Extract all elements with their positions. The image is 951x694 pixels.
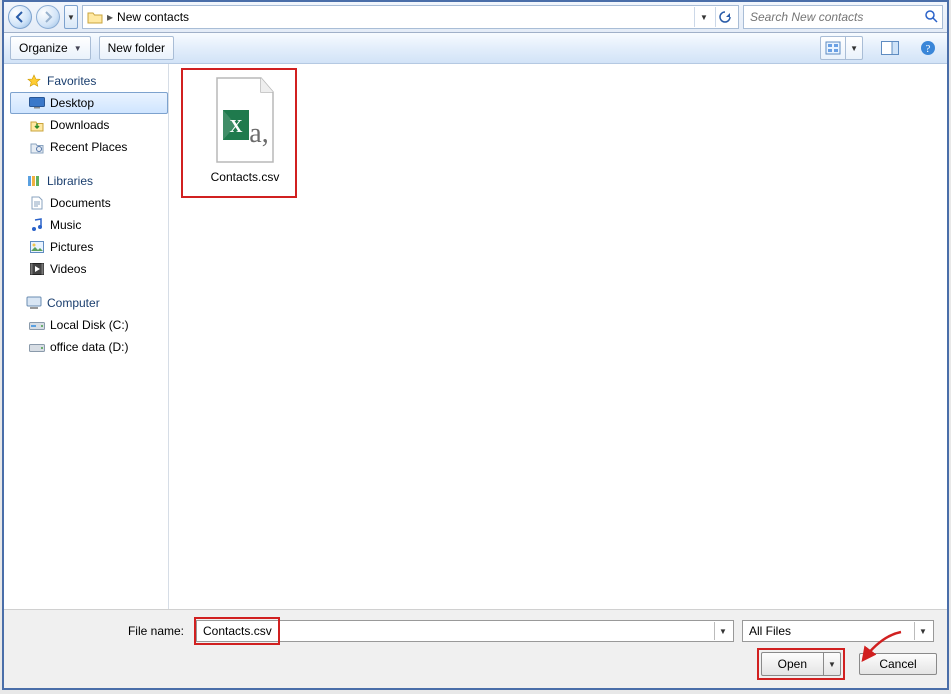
nav-item-label: Documents: [50, 196, 111, 210]
open-button-dropdown[interactable]: ▼: [823, 653, 840, 675]
organize-button[interactable]: Organize ▼: [10, 36, 91, 60]
nav-item-label: Recent Places: [50, 140, 127, 154]
nav-item-label: Pictures: [50, 240, 93, 254]
search-icon: [924, 9, 938, 26]
nav-item-label: Local Disk (C:): [50, 318, 129, 332]
nav-item-documents[interactable]: Documents: [10, 192, 168, 214]
nav-item-downloads[interactable]: Downloads: [10, 114, 168, 136]
chevron-right-icon: ▸: [107, 10, 113, 24]
chevron-down-icon: ▼: [914, 622, 931, 640]
filename-label: File name:: [14, 624, 188, 638]
videos-icon: [29, 261, 45, 277]
filename-combo[interactable]: Contacts.csv ▼: [196, 620, 734, 642]
help-button[interactable]: ?: [915, 36, 941, 60]
nav-item-desktop[interactable]: Desktop: [10, 92, 168, 114]
documents-icon: [29, 195, 45, 211]
folder-icon: [87, 9, 103, 25]
nav-item-label: Desktop: [50, 96, 94, 110]
search-input[interactable]: [748, 9, 920, 25]
svg-text:?: ?: [926, 43, 931, 55]
nav-item-label: Music: [50, 218, 81, 232]
nav-item-local-disk-c[interactable]: Local Disk (C:): [10, 314, 168, 336]
nav-item-music[interactable]: Music: [10, 214, 168, 236]
toolbar: Organize ▼ New folder ▼: [4, 33, 947, 64]
open-button[interactable]: Open ▼: [761, 652, 841, 676]
nav-group-label: Libraries: [47, 174, 93, 188]
expander-icon: [12, 299, 21, 308]
nav-group-label: Favorites: [47, 74, 96, 88]
svg-text:a,: a,: [249, 118, 268, 149]
cancel-label: Cancel: [879, 657, 916, 671]
pictures-icon: [29, 239, 45, 255]
nav-item-label: Downloads: [50, 118, 109, 132]
star-icon: [26, 73, 42, 89]
filename-value: Contacts.csv: [203, 624, 272, 638]
nav-item-label: Videos: [50, 262, 86, 276]
preview-pane-button[interactable]: [877, 36, 903, 60]
music-icon: [29, 217, 45, 233]
downloads-icon: [29, 117, 45, 133]
nav-group-favorites[interactable]: Favorites: [10, 70, 168, 92]
file-name-label: Contacts.csv: [195, 170, 295, 184]
expander-icon: [12, 77, 21, 86]
computer-icon: [26, 295, 42, 311]
new-folder-button[interactable]: New folder: [99, 36, 174, 60]
dialog-footer: File name: Contacts.csv ▼ All Files ▼ Op…: [4, 610, 947, 688]
file-type-combo[interactable]: All Files ▼: [742, 620, 934, 642]
nav-group-libraries[interactable]: Libraries: [10, 170, 168, 192]
drive-icon: [29, 339, 45, 355]
body: Favorites Desktop Downloads Recent Place…: [4, 64, 947, 610]
thumbnails-icon: [821, 37, 845, 59]
file-thumbnail: X a,: [205, 76, 285, 166]
organize-label: Organize: [19, 41, 68, 55]
nav-history-dropdown[interactable]: ▼: [64, 5, 78, 29]
nav-pane: Favorites Desktop Downloads Recent Place…: [4, 64, 169, 609]
search-box[interactable]: [743, 5, 943, 29]
nav-group-computer[interactable]: Computer: [10, 292, 168, 314]
nav-item-videos[interactable]: Videos: [10, 258, 168, 280]
svg-text:X: X: [230, 116, 243, 136]
open-file-dialog: ▼ ▸ New contacts ▼ Organize ▼: [2, 0, 949, 690]
refresh-button[interactable]: [715, 7, 734, 27]
file-type-value: All Files: [749, 624, 791, 638]
nav-item-recent-places[interactable]: Recent Places: [10, 136, 168, 158]
forward-button[interactable]: [36, 5, 60, 29]
desktop-icon: [29, 95, 45, 111]
nav-group-label: Computer: [47, 296, 100, 310]
open-label: Open: [778, 657, 807, 671]
breadcrumb[interactable]: ▸ New contacts ▼: [82, 5, 739, 29]
cancel-button[interactable]: Cancel: [859, 653, 937, 675]
breadcrumb-dropdown[interactable]: ▼: [694, 7, 713, 27]
chevron-down-icon: ▼: [714, 622, 731, 640]
recent-places-icon: [29, 139, 45, 155]
nav-item-label: office data (D:): [50, 340, 128, 354]
chevron-down-icon: ▼: [845, 37, 862, 59]
drive-icon: [29, 317, 45, 333]
new-folder-label: New folder: [108, 41, 165, 55]
libraries-icon: [26, 173, 42, 189]
expander-icon: [12, 177, 21, 186]
view-mode-button[interactable]: ▼: [820, 36, 863, 60]
nav-item-pictures[interactable]: Pictures: [10, 236, 168, 258]
breadcrumb-location: New contacts: [117, 10, 189, 24]
nav-item-office-data-d[interactable]: office data (D:): [10, 336, 168, 358]
back-button[interactable]: [8, 5, 32, 29]
chevron-down-icon: ▼: [74, 44, 82, 53]
file-item[interactable]: X a, Contacts.csv: [195, 76, 295, 184]
file-list[interactable]: X a, Contacts.csv: [169, 64, 947, 609]
address-bar: ▼ ▸ New contacts ▼: [4, 2, 947, 33]
